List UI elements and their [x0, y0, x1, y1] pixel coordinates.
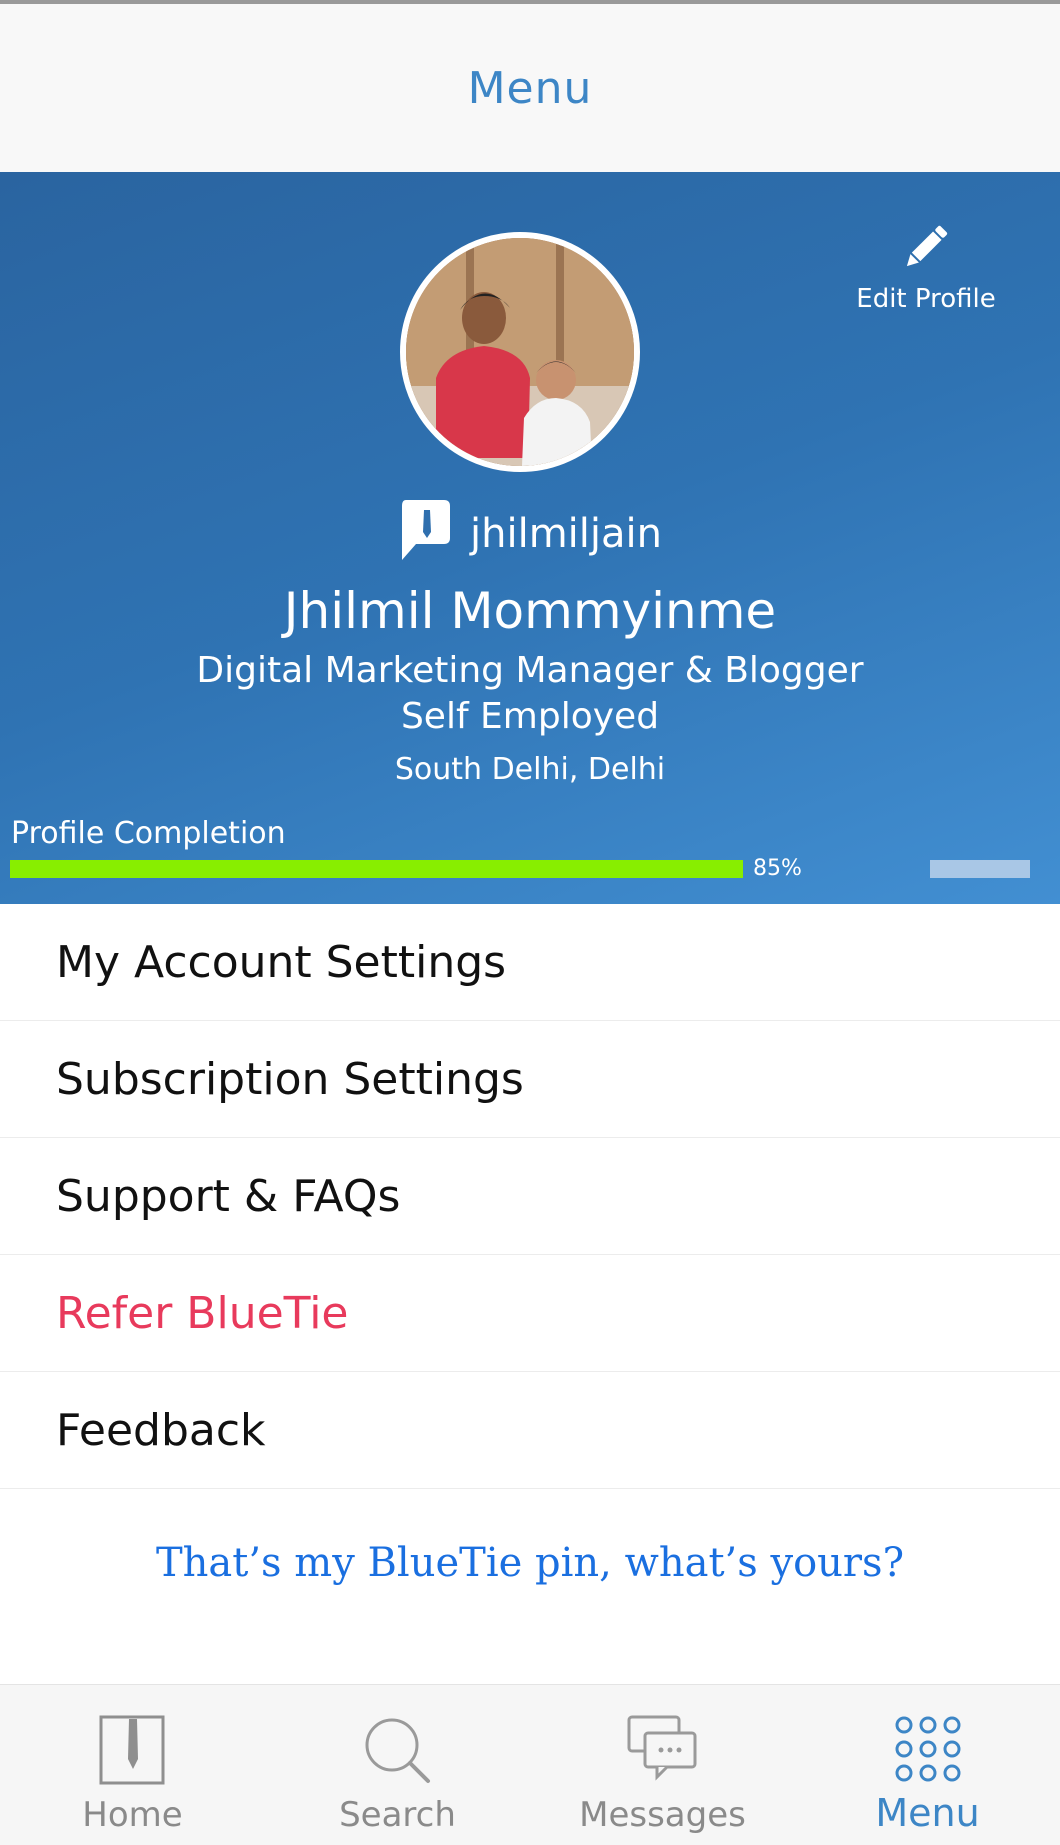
- profile-avatar[interactable]: [400, 232, 640, 472]
- tab-search[interactable]: Search: [265, 1685, 530, 1845]
- progress-track: [930, 860, 1030, 878]
- tab-messages-label: Messages: [579, 1795, 746, 1835]
- menu-item-account-settings[interactable]: My Account Settings: [0, 904, 1060, 1021]
- tab-bar: Home Search Messages Menu: [0, 1684, 1060, 1845]
- tab-menu-label: Menu: [875, 1791, 980, 1835]
- nav-bar: Menu: [0, 4, 1060, 172]
- pencil-icon: [906, 225, 948, 267]
- messages-icon: [627, 1715, 696, 1781]
- menu-item-feedback[interactable]: Feedback: [0, 1372, 1060, 1489]
- bluetie-pin-tagline[interactable]: That’s my BlueTie pin, what’s yours?: [0, 1540, 1060, 1586]
- tab-search-label: Search: [339, 1795, 456, 1835]
- menu-grid-icon: [895, 1716, 960, 1782]
- progress-percent: 85%: [753, 856, 802, 881]
- profile-location: South Delhi, Delhi: [394, 752, 666, 787]
- edit-profile-label: Edit Profile: [856, 284, 996, 314]
- profile-completion-label: Profile Completion: [11, 816, 286, 851]
- tab-home-label: Home: [82, 1795, 183, 1835]
- profile-handle: jhilmiljain: [470, 511, 662, 557]
- menu-item-subscription-settings[interactable]: Subscription Settings: [0, 1021, 1060, 1138]
- menu-list: My Account Settings Subscription Setting…: [0, 904, 1060, 1489]
- avatar-photo: [406, 238, 634, 466]
- profile-name: Jhilmil Mommyinme: [283, 582, 777, 640]
- tab-messages[interactable]: Messages: [530, 1685, 795, 1845]
- tab-home[interactable]: Home: [0, 1685, 265, 1845]
- bluetie-badge-icon: [402, 500, 450, 560]
- profile-company: Self Employed: [400, 696, 660, 737]
- search-icon: [365, 1718, 430, 1783]
- profile-completion-bar: 85%: [10, 856, 1030, 881]
- menu-item-support-faqs[interactable]: Support & FAQs: [0, 1138, 1060, 1255]
- profile-role: Digital Marketing Manager & Blogger: [196, 650, 864, 691]
- page-title: Menu: [467, 62, 593, 114]
- home-icon: [99, 1715, 164, 1785]
- edit-profile-button[interactable]: Edit Profile: [856, 218, 996, 314]
- handle-row: jhilmiljain: [0, 498, 1060, 570]
- progress-fill: [10, 860, 743, 878]
- profile-header: Edit Profile jhilmiljain Jhilmil Mommyin…: [0, 172, 1060, 904]
- menu-item-refer-bluetie[interactable]: Refer BlueTie: [0, 1255, 1060, 1372]
- tab-menu[interactable]: Menu: [795, 1685, 1060, 1845]
